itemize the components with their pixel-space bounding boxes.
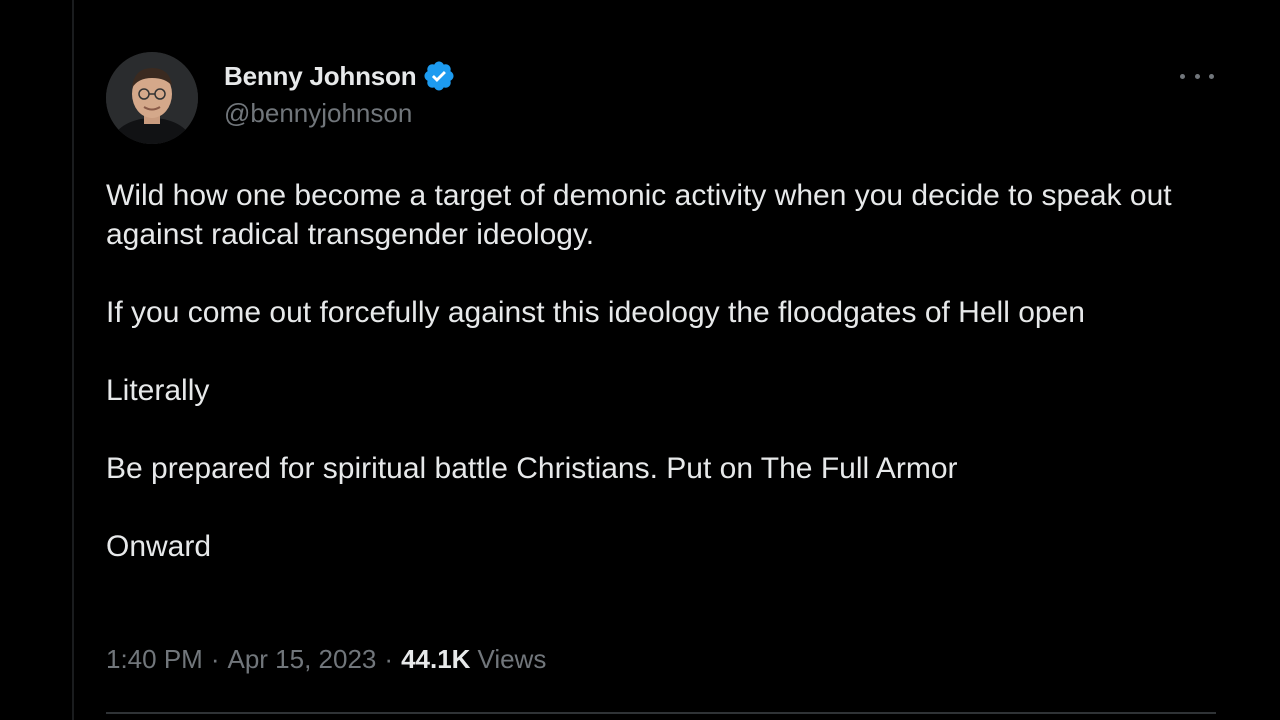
more-dot <box>1209 73 1214 79</box>
tweet-meta: 1:40 PM · Apr 15, 2023 · 44.1K Views <box>106 644 546 675</box>
tweet-paragraph: If you come out forcefully against this … <box>106 296 1085 329</box>
tweet-date[interactable]: Apr 15, 2023 <box>228 644 377 675</box>
meta-separator: · <box>210 644 220 674</box>
tweet-time[interactable]: 1:40 PM <box>106 644 203 675</box>
more-dot <box>1194 73 1200 79</box>
tweet-text: Wild how one become a target of demonic … <box>106 176 1216 566</box>
tweet-paragraph: Onward <box>106 530 212 563</box>
verified-badge-icon[interactable] <box>422 59 456 93</box>
avatar[interactable] <box>106 52 198 144</box>
author-handle[interactable]: @bennyjohnson <box>224 98 456 129</box>
more-options-icon[interactable] <box>1180 66 1214 86</box>
tweet-paragraph: Wild how one become a target of demonic … <box>106 179 1180 251</box>
tweet-header: Benny Johnson @bennyjohnson <box>106 52 1216 148</box>
views-label: Views <box>477 644 547 674</box>
tweet-divider <box>106 712 1216 714</box>
tweet-screenshot: Benny Johnson @bennyjohnson Wild how one… <box>0 0 1280 720</box>
meta-separator: · <box>384 644 394 674</box>
author-info: Benny Johnson @bennyjohnson <box>224 58 456 129</box>
display-name-row: Benny Johnson <box>224 58 456 94</box>
display-name[interactable]: Benny Johnson <box>224 61 417 92</box>
views-count[interactable]: 44.1K <box>401 644 470 675</box>
tweet-card: Benny Johnson @bennyjohnson Wild how one… <box>106 52 1216 566</box>
tweet-paragraph: Literally <box>106 374 210 407</box>
timeline-border <box>72 0 74 720</box>
more-dot <box>1180 73 1185 79</box>
tweet-paragraph: Be prepared for spiritual battle Christi… <box>106 452 958 485</box>
avatar-image <box>106 52 198 144</box>
